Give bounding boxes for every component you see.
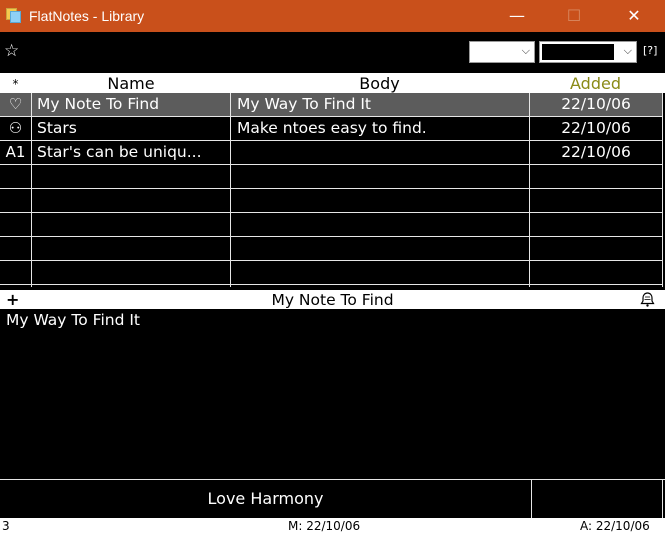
row-name-cell bbox=[32, 261, 230, 284]
help-button[interactable]: [?] bbox=[643, 44, 657, 57]
column-divider bbox=[31, 93, 32, 287]
row-body-cell: Make ntoes easy to find. bbox=[237, 119, 427, 137]
row-icon: A1 bbox=[5, 143, 26, 161]
filter-select-1[interactable]: ⌵ bbox=[469, 41, 535, 63]
divider bbox=[662, 480, 663, 518]
row-body-cell bbox=[231, 261, 528, 284]
row-added-cell: 22/10/06 bbox=[561, 95, 631, 113]
row-body-cell bbox=[231, 189, 528, 212]
row-body-cell: My Way To Find It bbox=[237, 95, 371, 113]
note-body-text[interactable]: My Way To Find It bbox=[6, 311, 140, 329]
modified-date: M: 22/10/06 bbox=[288, 519, 361, 533]
table-row[interactable]: ♡ My Note To Find My Way To Find It 22/10/0… bbox=[0, 93, 663, 117]
column-header-name[interactable]: Name bbox=[32, 73, 230, 93]
row-body-cell bbox=[231, 213, 528, 236]
row-added-cell bbox=[529, 261, 663, 284]
maximize-button[interactable]: ☐ bbox=[551, 0, 597, 32]
chevron-down-icon: ⌵ bbox=[521, 44, 530, 57]
bell-icon[interactable] bbox=[639, 291, 656, 308]
row-body-cell bbox=[231, 141, 528, 164]
close-button[interactable]: ✕ bbox=[611, 0, 657, 32]
divider bbox=[531, 480, 532, 518]
app-notes-icon bbox=[6, 8, 22, 24]
note-header: My Note To Find + bbox=[0, 290, 665, 309]
row-icon bbox=[0, 213, 31, 236]
row-added-cell: 22/10/06 bbox=[561, 143, 631, 161]
row-name-cell bbox=[32, 237, 230, 260]
table-row[interactable] bbox=[0, 237, 663, 261]
row-added-cell bbox=[529, 189, 663, 212]
row-added-cell: 22/10/06 bbox=[561, 119, 631, 137]
filter-select-2[interactable]: ⌵ bbox=[539, 41, 637, 63]
heart-face-icon: ⚇ bbox=[8, 119, 23, 137]
row-icon bbox=[0, 189, 31, 212]
row-name-cell: My Note To Find bbox=[37, 95, 160, 113]
row-name-cell bbox=[32, 213, 230, 236]
tag-label[interactable]: Love Harmony bbox=[0, 480, 531, 518]
minimize-button[interactable]: — bbox=[494, 0, 540, 32]
column-divider bbox=[230, 93, 231, 287]
filter-select-2-value bbox=[542, 44, 614, 60]
row-body-cell bbox=[231, 237, 528, 260]
row-name-cell: Star's can be uniqu... bbox=[37, 143, 202, 161]
row-icon bbox=[0, 237, 31, 260]
row-name-cell bbox=[32, 165, 230, 188]
row-added-cell bbox=[529, 165, 663, 188]
note-title[interactable]: My Note To Find bbox=[0, 290, 665, 310]
row-icon bbox=[0, 261, 31, 284]
note-count: 3 bbox=[2, 519, 10, 533]
chevron-down-icon: ⌵ bbox=[623, 44, 632, 57]
column-header-body[interactable]: Body bbox=[231, 73, 528, 93]
row-body-cell bbox=[231, 165, 528, 188]
row-added-cell bbox=[529, 237, 663, 260]
add-note-button[interactable]: + bbox=[6, 290, 19, 309]
table-header: * Name Body Added bbox=[0, 73, 665, 93]
star-filter-icon[interactable]: ☆ bbox=[4, 42, 19, 60]
column-header-star[interactable]: * bbox=[0, 73, 31, 93]
table-row[interactable]: A1 Star's can be uniqu... 22/10/06 bbox=[0, 141, 663, 165]
table-row[interactable]: ⚇ Stars Make ntoes easy to find. 22/10/06 bbox=[0, 117, 663, 141]
table-row[interactable] bbox=[0, 213, 663, 237]
added-date: A: 22/10/06 bbox=[580, 519, 650, 533]
table-row[interactable] bbox=[0, 189, 663, 213]
title-bar: FlatNotes - Library — ☐ ✕ bbox=[0, 0, 665, 32]
row-name-cell bbox=[32, 189, 230, 212]
table-row[interactable] bbox=[0, 261, 663, 285]
column-divider bbox=[529, 93, 530, 287]
row-added-cell bbox=[529, 213, 663, 236]
heart-icon: ♡ bbox=[8, 95, 23, 113]
status-bar: 3 M: 22/10/06 A: 22/10/06 bbox=[0, 518, 665, 539]
row-icon bbox=[0, 165, 31, 188]
row-name-cell: Stars bbox=[37, 119, 77, 137]
column-header-added[interactable]: Added bbox=[529, 73, 662, 93]
column-divider bbox=[662, 93, 663, 287]
window-title: FlatNotes - Library bbox=[29, 8, 145, 24]
table-row[interactable] bbox=[0, 165, 663, 189]
